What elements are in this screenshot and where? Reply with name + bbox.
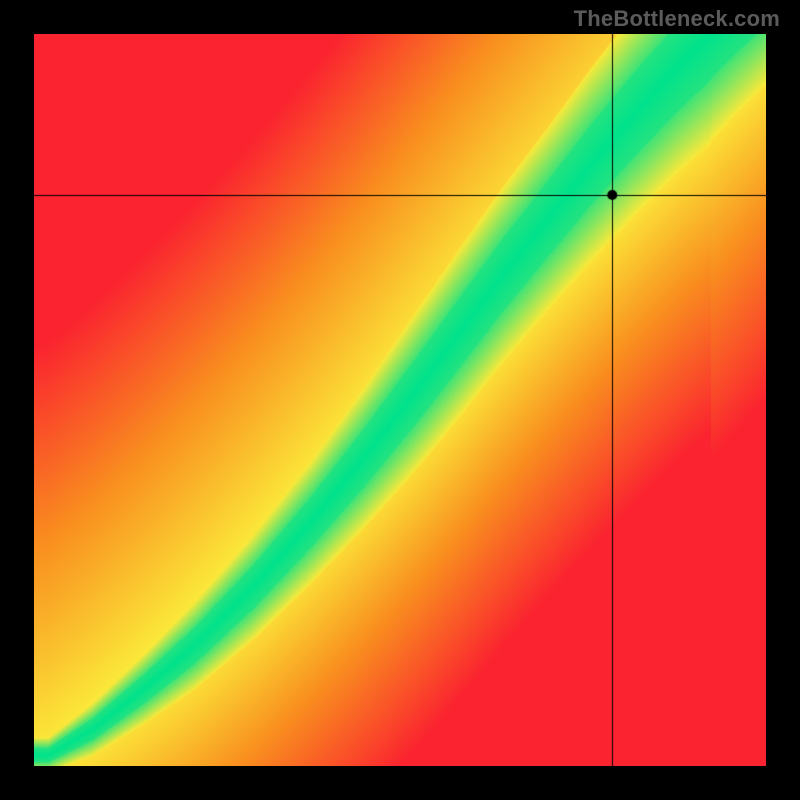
watermark-text: TheBottleneck.com xyxy=(574,6,780,32)
heatmap-canvas xyxy=(34,34,766,766)
chart-frame: TheBottleneck.com xyxy=(0,0,800,800)
heatmap-plot xyxy=(34,34,766,766)
